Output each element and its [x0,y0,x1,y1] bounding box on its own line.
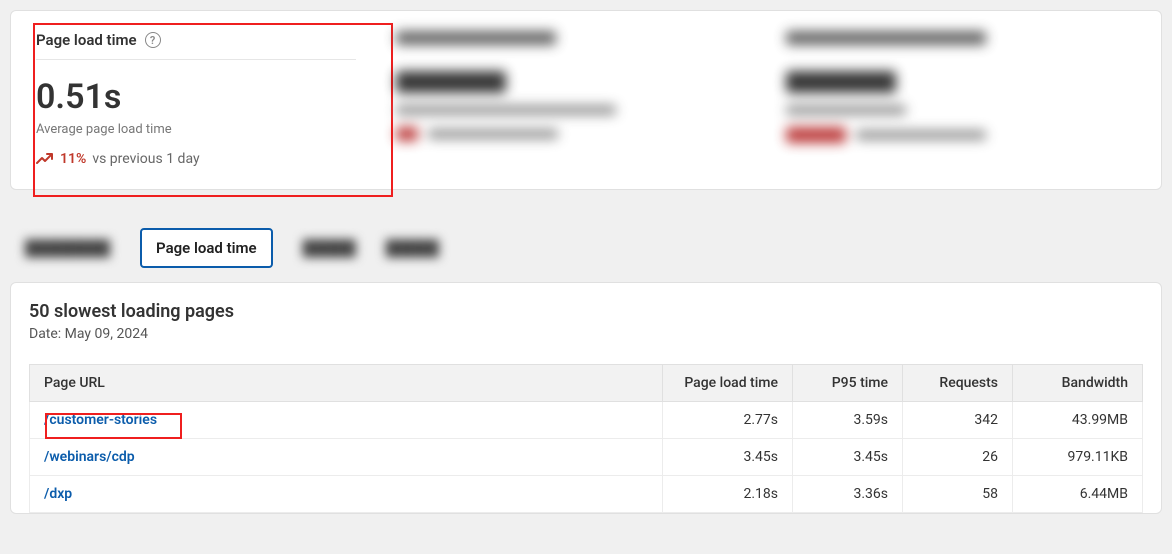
table-row: /customer-stories 2.77s 3.59s 342 43.99M… [30,402,1143,439]
page-url-link[interactable]: /customer-stories [44,412,157,428]
tab-blurred: █████ [303,239,356,257]
col-header-p95[interactable]: P95 time [793,365,903,402]
cell-p95: 3.59s [793,402,903,439]
help-icon[interactable]: ? [145,32,161,48]
panel-title: 50 slowest loading pages [29,301,1143,322]
tab-blurred: ████████ [25,239,110,257]
blurred-metrics [396,31,1136,167]
cell-req: 26 [903,439,1013,476]
cell-p95: 3.45s [793,439,903,476]
summary-card-row: Page load time ? 0.51s Average page load… [10,10,1162,190]
tab-blurred: █████ [386,239,439,257]
cell-url: /customer-stories [30,402,663,439]
cell-url: /webinars/cdp [30,439,663,476]
col-header-plt[interactable]: Page load time [663,365,793,402]
slowest-pages-panel: 50 slowest loading pages Date: May 09, 2… [10,282,1162,514]
cell-bw: 6.44MB [1013,476,1143,513]
cell-bw: 979.11KB [1013,439,1143,476]
col-header-req[interactable]: Requests [903,365,1013,402]
cell-plt: 2.77s [663,402,793,439]
cell-bw: 43.99MB [1013,402,1143,439]
tabs: ████████ Page load time █████ █████ [10,228,1162,268]
metric-value: 0.51s [36,80,356,114]
metric-delta-pct: 11% [60,151,86,167]
table-header-row: Page URL Page load time P95 time Request… [30,365,1143,402]
cell-req: 58 [903,476,1013,513]
col-header-url[interactable]: Page URL [30,365,663,402]
col-header-bw[interactable]: Bandwidth [1013,365,1143,402]
table-row: /dxp 2.18s 3.36s 58 6.44MB [30,476,1143,513]
cell-p95: 3.36s [793,476,903,513]
cell-plt: 2.18s [663,476,793,513]
metric-delta: 11% vs previous 1 day [36,151,356,167]
page-url-link[interactable]: /webinars/cdp [44,449,135,465]
slowest-pages-table: Page URL Page load time P95 time Request… [29,364,1143,513]
metric-title: Page load time [36,31,137,49]
metric-page-load-time: Page load time ? 0.51s Average page load… [36,31,356,167]
tab-page-load-time[interactable]: Page load time [140,228,273,268]
page-url-link[interactable]: /dxp [44,486,72,502]
cell-url: /dxp [30,476,663,513]
table-row: /webinars/cdp 3.45s 3.45s 26 979.11KB [30,439,1143,476]
metric-delta-compare: vs previous 1 day [92,151,199,167]
cell-plt: 3.45s [663,439,793,476]
panel-date: Date: May 09, 2024 [29,326,1143,342]
metric-header: Page load time ? [36,31,356,60]
cell-req: 342 [903,402,1013,439]
metric-subtitle: Average page load time [36,122,356,137]
trend-up-icon [36,152,54,166]
